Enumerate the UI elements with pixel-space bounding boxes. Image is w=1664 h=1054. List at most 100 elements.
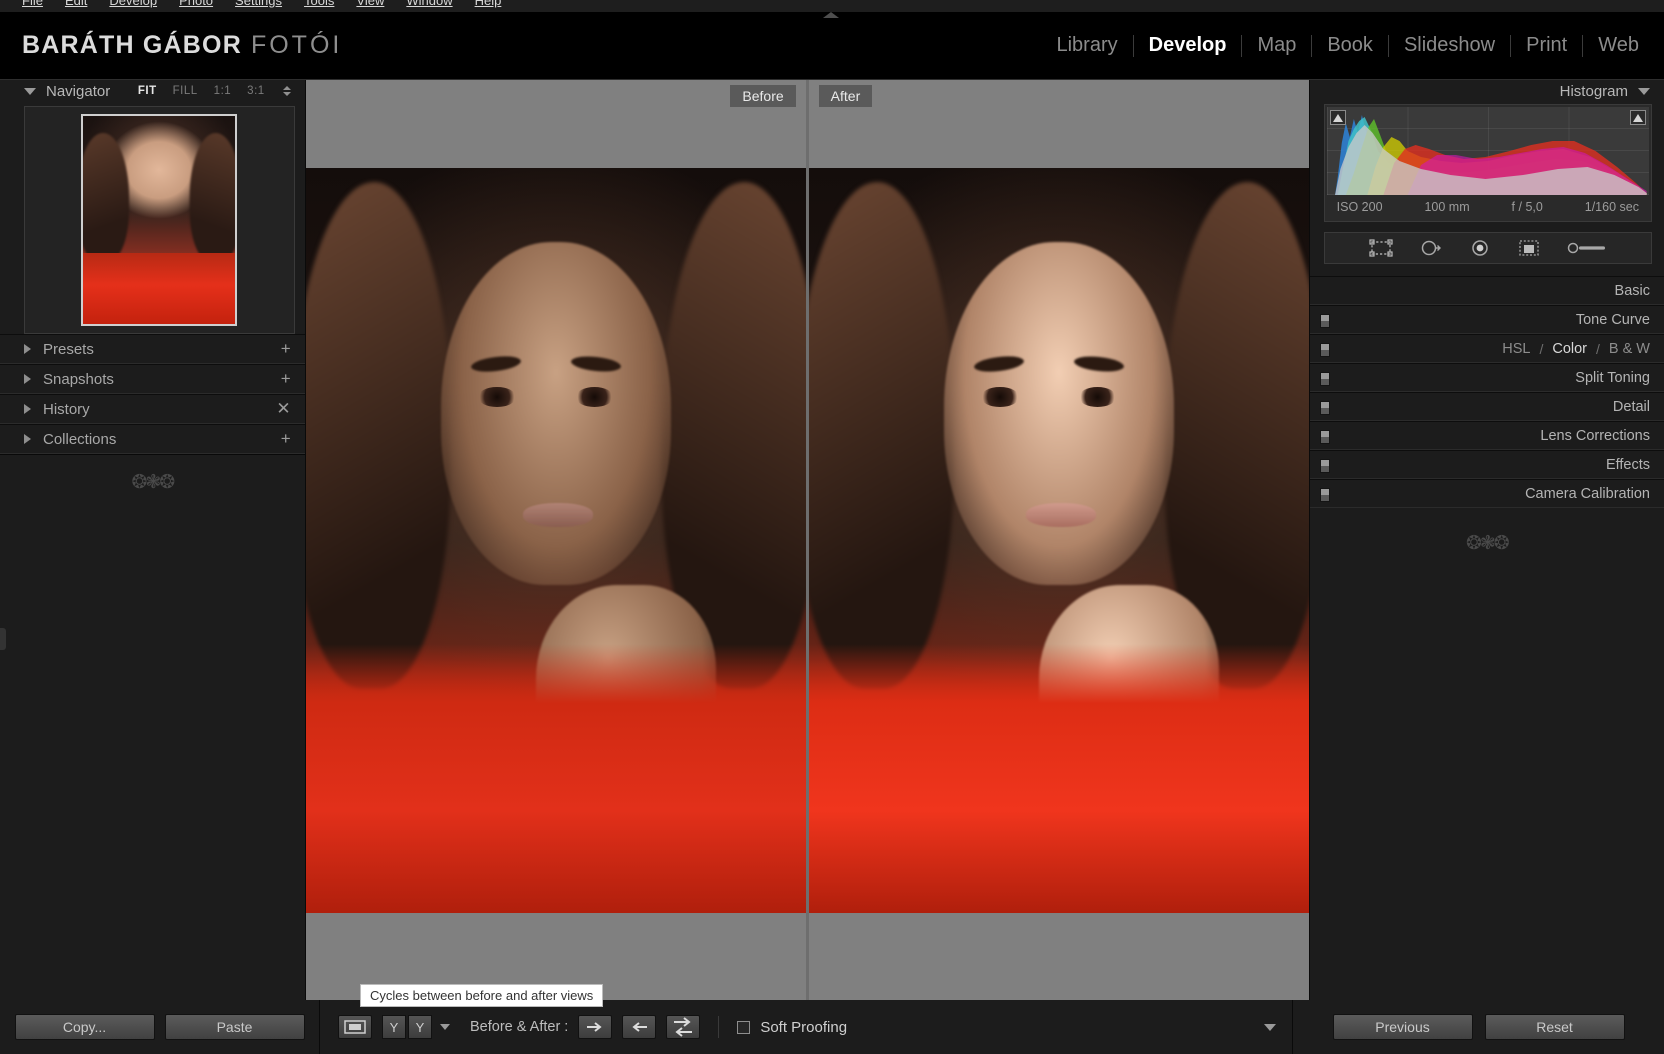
zoom-stepper[interactable] bbox=[282, 86, 291, 96]
presets-add-icon[interactable]: + bbox=[281, 340, 291, 357]
panel-toggle-switch[interactable] bbox=[1319, 401, 1330, 415]
triangle-right-icon[interactable] bbox=[24, 374, 31, 384]
spot-removal-icon[interactable] bbox=[1419, 239, 1443, 257]
before-label: Before bbox=[730, 85, 796, 107]
snapshots-add-icon[interactable]: + bbox=[281, 370, 291, 387]
stepper-down-icon[interactable] bbox=[282, 92, 291, 96]
history-clear-icon[interactable]: ✕ bbox=[276, 400, 290, 417]
navigator-thumbnail-image[interactable] bbox=[81, 114, 238, 326]
panel-hsl-color-bw[interactable]: HSL / Color / B & W bbox=[1309, 334, 1664, 363]
menu-item-file[interactable]: File bbox=[22, 0, 43, 7]
hsl-segment-group: HSL / Color / B & W bbox=[1502, 341, 1650, 357]
module-develop[interactable]: Develop bbox=[1134, 34, 1242, 57]
before-photo[interactable] bbox=[305, 167, 806, 913]
identity-plate[interactable]: BARÁTH GÁBOR FOTÓI bbox=[0, 31, 342, 60]
before-after-right-button[interactable]: Y bbox=[408, 1015, 432, 1039]
menu-item-help[interactable]: Help bbox=[475, 0, 502, 7]
module-print[interactable]: Print bbox=[1511, 34, 1582, 57]
paste-button[interactable]: Paste bbox=[164, 1014, 305, 1040]
zoom-fit[interactable]: FIT bbox=[138, 85, 157, 97]
adjustment-brush-icon[interactable] bbox=[1567, 239, 1607, 257]
menu-item-edit[interactable]: Edit bbox=[65, 0, 87, 7]
sidebar-item-snapshots[interactable]: Snapshots + bbox=[0, 364, 305, 394]
segment-color[interactable]: Color bbox=[1552, 341, 1587, 357]
loupe-view-button[interactable] bbox=[338, 1015, 372, 1039]
module-book[interactable]: Book bbox=[1312, 34, 1388, 57]
histogram-header[interactable]: Histogram bbox=[1310, 80, 1664, 102]
module-map[interactable]: Map bbox=[1242, 34, 1311, 57]
bottom-toolbar: Copy... Paste Cycles between before and … bbox=[0, 984, 1664, 1054]
menu-item-photo[interactable]: Photo bbox=[179, 0, 213, 7]
menu-item-tools[interactable]: Tools bbox=[304, 0, 334, 7]
sidebar-item-collections[interactable]: Collections + bbox=[0, 424, 305, 454]
shadow-clipping-button[interactable] bbox=[1329, 110, 1346, 125]
panel-detail[interactable]: Detail bbox=[1309, 392, 1664, 421]
segment-bw[interactable]: B & W bbox=[1609, 341, 1650, 357]
navigator-preview[interactable] bbox=[24, 106, 295, 334]
histogram-plot[interactable] bbox=[1326, 107, 1649, 195]
highlight-clipping-button[interactable] bbox=[1630, 110, 1646, 125]
reset-button[interactable]: Reset bbox=[1484, 1014, 1625, 1040]
copy-before-settings-button[interactable] bbox=[578, 1015, 613, 1039]
triangle-down-icon[interactable] bbox=[24, 87, 36, 95]
before-pane[interactable]: Before bbox=[305, 80, 809, 1000]
after-pane[interactable]: After bbox=[808, 80, 1309, 1000]
zoom-fill[interactable]: FILL bbox=[173, 85, 198, 97]
triangle-right-icon[interactable] bbox=[24, 344, 31, 354]
left-panel-resize-handle[interactable] bbox=[0, 628, 6, 650]
chevron-down-icon[interactable] bbox=[440, 1024, 450, 1030]
copy-button[interactable]: Copy... bbox=[14, 1014, 155, 1040]
panel-tone-curve[interactable]: Tone Curve bbox=[1309, 305, 1664, 334]
identity-and-module-bar: BARÁTH GÁBOR FOTÓI Library Develop Map B… bbox=[0, 12, 1664, 80]
toolbar-collapse-icon[interactable] bbox=[1264, 1023, 1276, 1031]
panel-toggle-switch[interactable] bbox=[1319, 488, 1330, 502]
navigator-header[interactable]: Navigator FIT FILL 1:1 3:1 bbox=[0, 80, 305, 102]
collections-add-icon[interactable]: + bbox=[281, 430, 291, 447]
menu-item-view[interactable]: View bbox=[356, 0, 384, 7]
sidebar-item-presets[interactable]: Presets + bbox=[0, 334, 305, 364]
panel-toggle-switch[interactable] bbox=[1319, 314, 1330, 328]
menu-item-develop[interactable]: Develop bbox=[109, 0, 157, 7]
sidebar-item-history[interactable]: History ✕ bbox=[0, 394, 305, 424]
module-slideshow[interactable]: Slideshow bbox=[1389, 34, 1510, 57]
exif-shutter-speed: 1/160 sec bbox=[1584, 200, 1639, 214]
before-after-left-button[interactable]: Y bbox=[382, 1015, 406, 1039]
triangle-right-icon[interactable] bbox=[24, 404, 31, 414]
menu-item-window[interactable]: Window bbox=[406, 0, 452, 7]
center-toolbar: Cycles between before and after views Y … bbox=[320, 984, 1292, 1054]
panel-camera-calibration[interactable]: Camera Calibration bbox=[1309, 479, 1664, 508]
module-library[interactable]: Library bbox=[1041, 34, 1132, 57]
stepper-up-icon[interactable] bbox=[282, 86, 291, 90]
menu-item-settings[interactable]: Settings bbox=[235, 0, 282, 7]
module-web[interactable]: Web bbox=[1583, 34, 1654, 57]
copy-after-settings-button[interactable] bbox=[622, 1015, 657, 1039]
panel-split-toning-label: Split Toning bbox=[1575, 369, 1650, 386]
panel-toggle-switch[interactable] bbox=[1319, 372, 1330, 386]
top-panel-collapse-arrow-icon[interactable] bbox=[823, 12, 839, 18]
triangle-down-icon[interactable] bbox=[1638, 87, 1650, 95]
zoom-3-1[interactable]: 3:1 bbox=[247, 85, 265, 97]
soft-proofing-checkbox[interactable] bbox=[737, 1020, 751, 1034]
photo-eye-right bbox=[575, 387, 614, 407]
panel-split-toning[interactable]: Split Toning bbox=[1309, 363, 1664, 392]
histogram-panel[interactable]: ISO 200 100 mm f / 5,0 1/160 sec bbox=[1323, 104, 1652, 222]
triangle-right-icon[interactable] bbox=[24, 434, 31, 444]
after-photo[interactable] bbox=[808, 167, 1309, 913]
red-eye-icon[interactable] bbox=[1469, 239, 1491, 257]
panel-toggle-switch[interactable] bbox=[1319, 459, 1330, 473]
crop-overlay-icon[interactable] bbox=[1369, 239, 1393, 257]
graduated-filter-icon[interactable] bbox=[1517, 239, 1541, 257]
panel-basic[interactable]: Basic bbox=[1309, 276, 1664, 305]
panel-toggle-switch[interactable] bbox=[1319, 343, 1330, 357]
swap-before-after-button[interactable] bbox=[666, 1015, 701, 1039]
snapshots-label: Snapshots bbox=[43, 370, 114, 388]
panel-toggle-switch[interactable] bbox=[1319, 430, 1330, 444]
previous-button[interactable]: Previous bbox=[1332, 1014, 1473, 1040]
segment-separator: / bbox=[1596, 340, 1600, 357]
presets-label: Presets bbox=[43, 340, 94, 358]
panel-effects[interactable]: Effects bbox=[1309, 450, 1664, 479]
panel-lens-corrections[interactable]: Lens Corrections bbox=[1309, 421, 1664, 450]
photo-hair-left bbox=[305, 182, 451, 689]
zoom-1-1[interactable]: 1:1 bbox=[214, 85, 232, 97]
segment-hsl[interactable]: HSL bbox=[1502, 341, 1530, 357]
